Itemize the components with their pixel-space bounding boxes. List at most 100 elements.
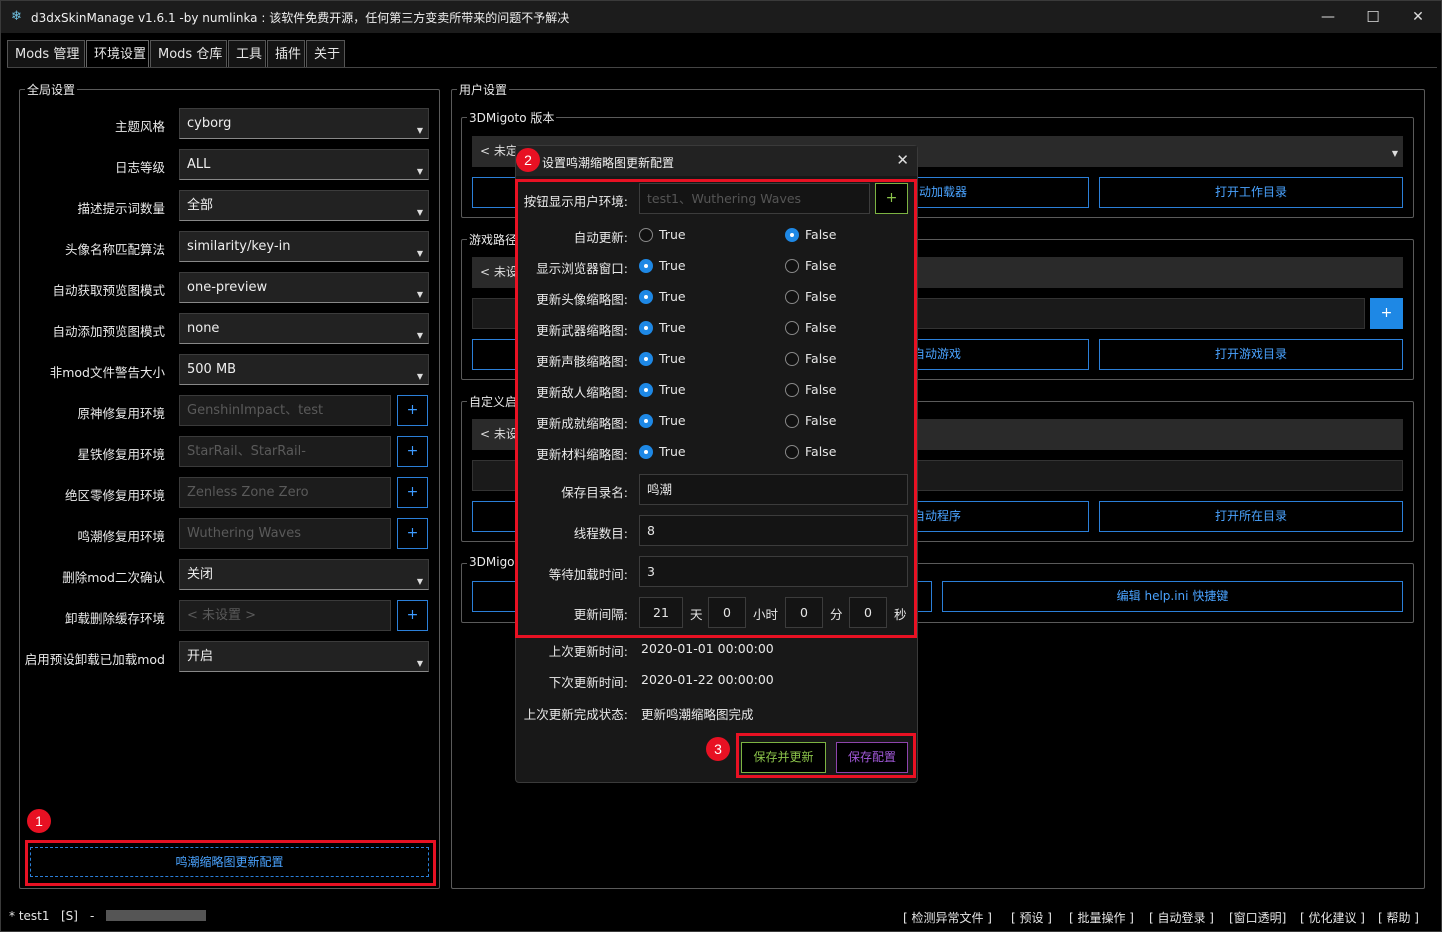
- tab-mods-repository[interactable]: Mods 仓库: [150, 40, 227, 68]
- migoto-version-value: < 未定: [480, 144, 518, 158]
- input-zzz-fix-env[interactable]: Zenless Zone Zero: [179, 477, 391, 508]
- annotation-marker-2: 2: [516, 148, 540, 172]
- tab-tools[interactable]: 工具: [228, 40, 266, 68]
- status-link-auto-login[interactable]: [ 自动登录 ]: [1149, 909, 1214, 926]
- status-progress-bar: [106, 910, 206, 921]
- select-avatar-match-value: similarity/key-in: [187, 239, 291, 254]
- dialog-title: 设置鸣潮缩略图更新配置: [542, 156, 675, 170]
- chevron-down-icon: ▼: [416, 249, 423, 258]
- status-link-preset[interactable]: [ 预设 ]: [1011, 909, 1052, 926]
- open-game-dir-button[interactable]: 打开游戏目录: [1099, 339, 1403, 370]
- annotation-marker-1: 1: [27, 809, 51, 833]
- tab-divider: [7, 67, 1437, 68]
- select-non-mod-warn-size-value: 500 MB: [187, 362, 237, 377]
- label-avatar-match: 头像名称匹配算法: [64, 242, 165, 257]
- custom-launch-title: 自定义启: [467, 393, 520, 410]
- chevron-down-icon: ▼: [416, 208, 423, 217]
- last-update-value: 2020-01-01 00:00:00: [641, 641, 774, 656]
- chevron-down-icon: ▼: [416, 659, 423, 668]
- chevron-down-icon: ▼: [416, 167, 423, 176]
- dialog-close-icon[interactable]: ✕: [896, 151, 909, 169]
- add-starrail-fix-env-button[interactable]: +: [397, 436, 428, 467]
- game-path-value: < 未设: [480, 265, 518, 279]
- select-preset-unload[interactable]: 开启 ▼: [179, 641, 429, 672]
- label-starrail-fix-env: 星铁修复用环境: [77, 447, 165, 462]
- input-genshin-fix-env[interactable]: GenshinImpact、test: [179, 395, 391, 426]
- migoto-version-title: 3DMigoto 版本: [467, 109, 557, 126]
- last-status-value: 更新鸣潮缩略图完成: [641, 707, 754, 722]
- add-wuwa-fix-env-button[interactable]: +: [397, 518, 428, 549]
- label-log-level: 日志等级: [114, 160, 165, 175]
- tab-environment-settings[interactable]: 环境设置: [86, 40, 149, 68]
- open-location-button[interactable]: 打开所在目录: [1099, 501, 1403, 532]
- chevron-down-icon: ▼: [416, 290, 423, 299]
- add-unload-cache-env-button[interactable]: +: [397, 600, 428, 631]
- user-settings-title: 用户设置: [457, 81, 510, 98]
- last-status-label: 上次更新完成状态:: [523, 707, 628, 722]
- annotation-box-1: [25, 840, 436, 886]
- select-delete-confirm-value: 关闭: [187, 567, 214, 582]
- app-window: ❄ d3dxSkinManage v1.6.1 -by numlinka : 该…: [0, 0, 1442, 932]
- label-genshin-fix-env: 原神修复用环境: [77, 406, 165, 421]
- add-genshin-fix-env-button[interactable]: +: [397, 395, 428, 426]
- select-avatar-match[interactable]: similarity/key-in ▼: [179, 231, 429, 262]
- migoto-tools-title: 3DMigo: [467, 555, 517, 569]
- label-prompt-count: 描述提示词数量: [77, 201, 165, 216]
- status-link-batch[interactable]: [ 批量操作 ]: [1069, 909, 1134, 926]
- label-zzz-fix-env: 绝区零修复用环境: [64, 488, 165, 503]
- status-user: * test1: [9, 909, 50, 923]
- label-unload-cache-env: 卸载删除缓存环境: [64, 611, 165, 626]
- select-non-mod-warn-size[interactable]: 500 MB ▼: [179, 354, 429, 385]
- select-auto-preview-value: one-preview: [187, 280, 268, 295]
- label-delete-confirm: 删除mod二次确认: [62, 570, 165, 585]
- select-prompt-count[interactable]: 全部 ▼: [179, 190, 429, 221]
- title-bar: ❄ d3dxSkinManage v1.6.1 -by numlinka : 该…: [1, 1, 1441, 33]
- status-bar: * test1 [S] - [ 检测异常文件 ] [ 预设 ] [ 批量操作 ]…: [1, 901, 1441, 931]
- status-link-help[interactable]: [ 帮助 ]: [1378, 909, 1419, 926]
- minimize-button[interactable]: —: [1305, 1, 1351, 33]
- label-non-mod-warn-size: 非mod文件警告大小: [49, 365, 165, 380]
- tab-plugins[interactable]: 插件: [267, 40, 305, 68]
- chevron-down-icon: ▼: [416, 577, 423, 586]
- next-update-value: 2020-01-22 00:00:00: [641, 672, 774, 687]
- select-auto-add-preview[interactable]: none ▼: [179, 313, 429, 344]
- chevron-down-icon: ▼: [416, 126, 423, 135]
- maximize-button[interactable]: ☐: [1350, 1, 1396, 33]
- tab-about[interactable]: 关于: [306, 40, 345, 68]
- window-title: d3dxSkinManage v1.6.1 -by numlinka : 该软件…: [31, 11, 570, 25]
- tab-mods-manage[interactable]: Mods 管理: [7, 40, 85, 68]
- select-log-level-value: ALL: [187, 157, 211, 172]
- select-log-level[interactable]: ALL ▼: [179, 149, 429, 180]
- status-link-suggestions[interactable]: [ 优化建议 ]: [1300, 909, 1365, 926]
- label-preset-unload: 启用预设卸载已加载mod: [24, 652, 165, 667]
- status-flag: [S]: [61, 909, 78, 923]
- open-work-dir-button[interactable]: 打开工作目录: [1099, 177, 1403, 208]
- label-auto-preview: 自动获取预览图模式: [52, 283, 165, 298]
- add-zzz-fix-env-button[interactable]: +: [397, 477, 428, 508]
- status-dash: -: [90, 909, 95, 923]
- select-theme[interactable]: cyborg ▼: [179, 108, 429, 139]
- input-wuwa-fix-env[interactable]: Wuthering Waves: [179, 518, 391, 549]
- status-link-window-transparent[interactable]: [窗口透明]: [1229, 909, 1286, 926]
- close-window-button[interactable]: ✕: [1395, 1, 1441, 33]
- label-wuwa-fix-env: 鸣潮修复用环境: [77, 529, 165, 544]
- select-delete-confirm[interactable]: 关闭 ▼: [179, 559, 429, 590]
- dialog-title-bar: 设置鸣潮缩略图更新配置 ✕: [516, 146, 917, 176]
- annotation-box-3: [736, 733, 916, 778]
- label-theme: 主题风格: [114, 119, 165, 134]
- select-preset-unload-value: 开启: [187, 649, 214, 664]
- status-link-check-files[interactable]: [ 检测异常文件 ]: [903, 909, 992, 926]
- edit-help-ini-button[interactable]: 编辑 help.ini 快捷键: [942, 581, 1403, 612]
- chevron-down-icon: ▼: [416, 331, 423, 340]
- select-prompt-count-value: 全部: [187, 198, 214, 213]
- select-auto-preview[interactable]: one-preview ▼: [179, 272, 429, 303]
- global-settings-title: 全局设置: [25, 81, 78, 98]
- app-logo-icon: ❄: [11, 9, 22, 24]
- game-path-add-button[interactable]: +: [1370, 298, 1403, 329]
- input-starrail-fix-env[interactable]: StarRail、StarRail-: [179, 436, 391, 467]
- chevron-down-icon: ▼: [1391, 149, 1398, 158]
- game-path-title: 游戏路径: [467, 231, 520, 248]
- input-unload-cache-env[interactable]: < 未设置 >: [179, 600, 391, 631]
- last-update-label: 上次更新时间:: [548, 644, 628, 659]
- custom-launch-value: < 未设: [480, 427, 518, 441]
